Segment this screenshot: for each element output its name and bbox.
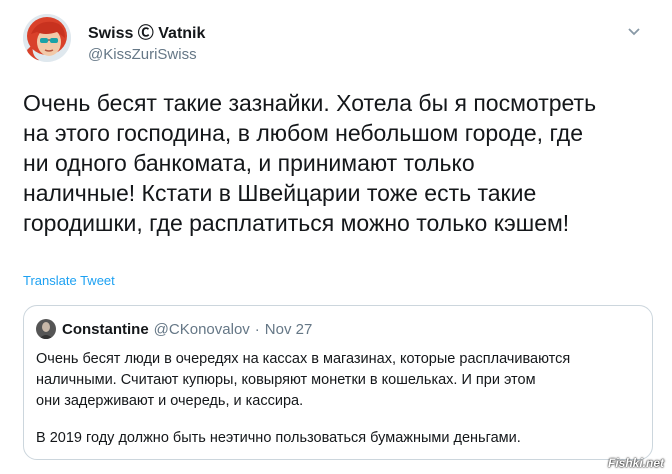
author-avatar[interactable] (23, 14, 71, 62)
quoted-author-handle: @CKonovalov (153, 320, 250, 338)
quoted-avatar (36, 319, 56, 339)
author-display-name[interactable]: Swiss Ⓒ Vatnik (88, 25, 205, 43)
quoted-tweet[interactable]: Constantine @CKonovalov · Nov 27 Очень б… (23, 305, 653, 460)
tweet-card: Swiss Ⓒ Vatnik @KissZuriSwiss Очень беся… (0, 0, 672, 474)
quoted-avatar-icon (36, 319, 56, 339)
chevron-down-icon[interactable] (626, 26, 642, 38)
quoted-separator: · (254, 320, 260, 338)
author-handle[interactable]: @KissZuriSwiss (88, 45, 205, 65)
quoted-tweet-text: Очень бесят люди в очередях на кассах в … (36, 351, 571, 409)
quoted-tweet-text-2: В 2019 году должно быть неэтично пользов… (36, 430, 521, 446)
watermark: Fishki.net (608, 456, 665, 470)
avatar-redhead-icon (23, 14, 71, 62)
quoted-date: Nov 27 (264, 320, 313, 338)
translate-tweet-link[interactable]: Translate Tweet (23, 273, 115, 288)
quoted-tweet-header: Constantine @CKonovalov · Nov 27 (36, 319, 312, 339)
quoted-author-name: Constantine (62, 320, 149, 338)
tweet-text: Очень бесят такие зазнайки. Хотела бы я … (23, 90, 597, 236)
author-name-block: Swiss Ⓒ Vatnik @KissZuriSwiss (88, 25, 205, 65)
